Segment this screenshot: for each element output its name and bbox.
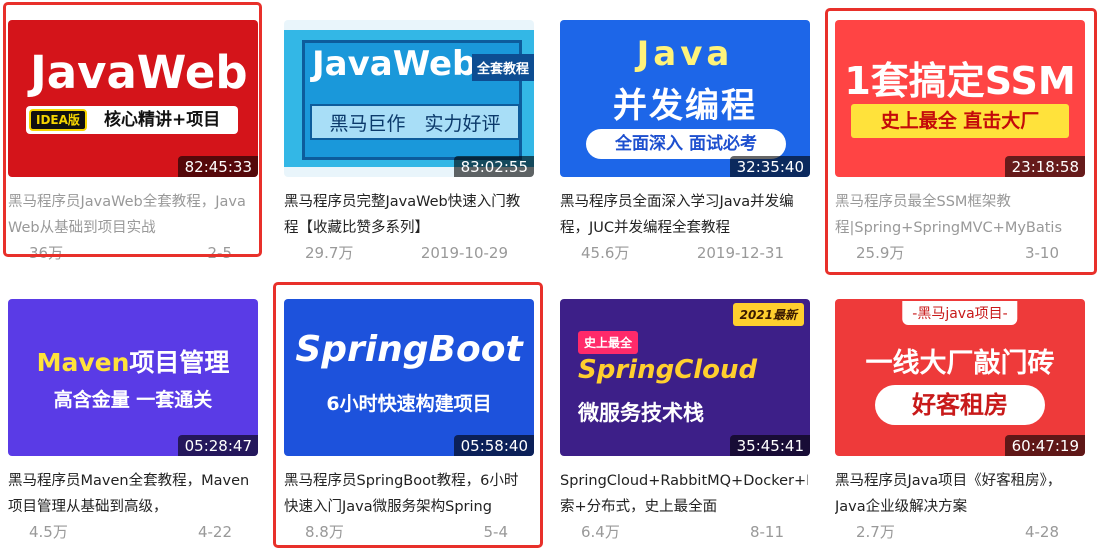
video-meta: 29.7万 2019-10-29 — [284, 241, 534, 265]
video-thumbnail[interactable]: 1套搞定SSM 史上最全 直击大厂 23:18:58 — [835, 20, 1085, 177]
video-thumbnail[interactable]: Maven项目管理 高含金量 一套通关 05:28:47 — [8, 299, 258, 456]
video-meta: 45.6万 2019-12-31 — [560, 241, 810, 265]
video-title[interactable]: SpringCloud+RabbitMQ+Docker+Redis+搜索+分布式… — [560, 468, 808, 520]
video-title[interactable]: 黑马程序员Maven全套教程，Maven项目管理从基础到高级， — [8, 468, 256, 520]
publish-date: 2019-10-29 — [420, 244, 508, 262]
video-title[interactable]: 黑马程序员JavaWeb全套教程，Java Web从基础到项目实战 — [8, 189, 256, 241]
thumbnail-subtitle: 黑马巨作 实力好评 — [310, 104, 520, 140]
video-card[interactable]: SpringBoot 6小时快速构建项目 05:58:40 黑马程序员Sprin… — [284, 299, 534, 544]
video-card[interactable]: JavaWeb IDEA版 核心精讲+项目 82:45:33 黑马程序员Java… — [8, 20, 258, 265]
thumbnail-title: SpringBoot — [295, 329, 523, 370]
thumbnail-title: JavaWeb — [312, 44, 477, 84]
video-meta: 4.5万 4-22 — [8, 520, 258, 544]
video-card[interactable]: -黑马java项目- 一线大厂敲门砖 好客租房 60:47:19 黑马程序员Ja… — [835, 299, 1085, 544]
video-card[interactable]: 2021最新 史上最全 SpringCloud 微服务技术栈 35:45:41 … — [560, 299, 810, 544]
video-meta: 25.9万 3-10 — [835, 241, 1085, 265]
thumbnail-title-highlight: Maven — [36, 348, 130, 377]
video-duration: 23:18:58 — [1004, 156, 1085, 177]
thumbnail-new-badge: 2021最新 — [732, 303, 804, 326]
video-thumbnail[interactable]: SpringBoot 6小时快速构建项目 05:58:40 — [284, 299, 534, 456]
publish-date: 4-28 — [1024, 523, 1059, 541]
view-count: 4.5万 — [29, 523, 68, 541]
thumbnail-subtitle-pill: IDEA版 核心精讲+项目 — [26, 106, 238, 134]
video-card[interactable]: 1套搞定SSM 史上最全 直击大厂 23:18:58 黑马程序员最全SSM框架教… — [835, 20, 1085, 265]
video-duration: 35:45:41 — [729, 435, 810, 456]
thumbnail-subtitle: 史上最全 直击大厂 — [851, 104, 1069, 138]
thumbnail-subtitle: 微服务技术栈 — [578, 401, 704, 425]
video-duration: 05:28:47 — [177, 435, 258, 456]
view-count: 2.7万 — [856, 523, 895, 541]
publish-date: 2-5 — [207, 244, 233, 262]
video-thumbnail[interactable]: Java 并发编程 全面深入 面试必考 32:35:40 — [560, 20, 810, 177]
view-count: 8.8万 — [305, 523, 344, 541]
thumbnail-title-rest: 项目管理 — [129, 348, 230, 377]
thumbnail-tag: IDEA版 — [29, 109, 87, 131]
video-thumbnail[interactable]: JavaWeb IDEA版 核心精讲+项目 82:45:33 — [8, 20, 258, 177]
thumbnail-title: JavaWeb — [30, 46, 248, 99]
video-thumbnail[interactable]: -黑马java项目- 一线大厂敲门砖 好客租房 60:47:19 — [835, 299, 1085, 456]
view-count: 29.7万 — [305, 244, 354, 262]
video-thumbnail[interactable]: 2021最新 史上最全 SpringCloud 微服务技术栈 35:45:41 — [560, 299, 810, 456]
video-title[interactable]: 黑马程序员全面深入学习Java并发编程，JUC并发编程全套教程 — [560, 189, 808, 241]
video-duration: 83:02:55 — [453, 156, 534, 177]
thumbnail-subtitle: 高含金量 一套通关 — [53, 389, 213, 411]
video-thumbnail[interactable]: JavaWeb 全套教程 黑马巨作 实力好评 83:02:55 — [284, 20, 534, 177]
view-count: 6.4万 — [581, 523, 620, 541]
video-duration: 82:45:33 — [177, 156, 258, 177]
video-meta: 2.7万 4-28 — [835, 520, 1085, 544]
thumbnail-title: Maven项目管理 — [8, 343, 258, 379]
thumbnail-title: Java — [636, 34, 734, 74]
video-duration: 05:58:40 — [453, 435, 534, 456]
video-meta: 6.4万 8-11 — [560, 520, 810, 544]
video-title[interactable]: 黑马程序员完整JavaWeb快速入门教程【收藏比赞多系列】 — [284, 189, 532, 241]
publish-date: 2019-12-31 — [696, 244, 784, 262]
video-duration: 60:47:19 — [1004, 435, 1085, 456]
thumbnail-subtitle: 6小时快速构建项目 — [326, 393, 492, 415]
publish-date: 8-11 — [749, 523, 784, 541]
publish-date: 5-4 — [483, 523, 509, 541]
view-count: 25.9万 — [856, 244, 905, 262]
thumbnail-badge: 全套教程 — [471, 54, 534, 81]
thumbnail-title-line2: 并发编程 — [613, 86, 757, 126]
video-card[interactable]: Java 并发编程 全面深入 面试必考 32:35:40 黑马程序员全面深入学习… — [560, 20, 810, 265]
view-count: 36万 — [29, 244, 64, 262]
thumbnail-title: 1套搞定SSM — [844, 59, 1076, 103]
publish-date: 4-22 — [197, 523, 232, 541]
thumbnail-tag: 史上最全 — [578, 331, 639, 354]
view-count: 45.6万 — [581, 244, 630, 262]
video-card[interactable]: JavaWeb 全套教程 黑马巨作 实力好评 83:02:55 黑马程序员完整J… — [284, 20, 534, 265]
thumbnail-subtitle: 全面深入 面试必考 — [586, 129, 786, 159]
video-card[interactable]: Maven项目管理 高含金量 一套通关 05:28:47 黑马程序员Maven全… — [8, 299, 258, 544]
thumbnail-top-label: -黑马java项目- — [902, 301, 1018, 325]
video-duration: 32:35:40 — [729, 156, 810, 177]
publish-date: 3-10 — [1024, 244, 1059, 262]
video-title[interactable]: 黑马程序员Java项目《好客租房》，Java企业级解决方案 — [835, 468, 1083, 520]
thumbnail-subtitle: 核心精讲+项目 — [104, 110, 221, 130]
thumbnail-title: 一线大厂敲门砖 — [865, 348, 1055, 379]
thumbnail-title: SpringCloud — [578, 355, 758, 385]
video-title[interactable]: 黑马程序员SpringBoot教程，6小时快速入门Java微服务架构Spring — [284, 468, 532, 520]
video-meta: 36万 2-5 — [8, 241, 258, 265]
thumbnail-subtitle: 好客租房 — [875, 385, 1045, 425]
video-title[interactable]: 黑马程序员最全SSM框架教程|Spring+SpringMVC+MyBatis — [835, 189, 1083, 241]
video-meta: 8.8万 5-4 — [284, 520, 534, 544]
